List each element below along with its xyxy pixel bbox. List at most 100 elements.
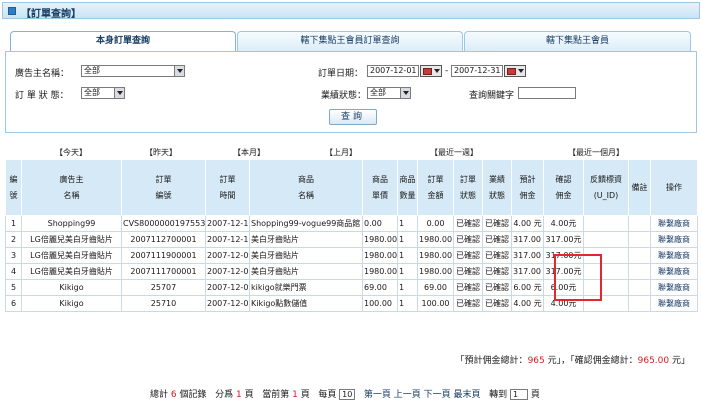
- performance-status-label: 業績狀態：: [321, 91, 367, 101]
- column-header: 商品 數量: [397, 159, 418, 216]
- column-header: 操作: [650, 159, 698, 216]
- pager-total-count: 6: [170, 390, 177, 400]
- contact-vendor-link[interactable]: 聯繫廠商: [650, 247, 698, 264]
- header-label: 訂單: [460, 174, 476, 184]
- tab-members[interactable]: 轄下集點王會員: [464, 31, 691, 51]
- header-label: 數量: [399, 190, 416, 200]
- column-header: 編號: [5, 159, 22, 216]
- cell-order-amount: 1980.00: [417, 263, 454, 280]
- performance-status-select-value: 全部: [370, 88, 386, 97]
- order-status-select-value: 全部: [84, 88, 100, 97]
- cell-order-number: 2007111700001: [121, 263, 206, 280]
- column-header: 訂單 編號: [121, 159, 206, 216]
- cell-advertiser: Kikigo: [21, 295, 122, 312]
- cell-performance-status: 已確認: [482, 279, 512, 296]
- cell-order-status: 已確認: [453, 279, 483, 296]
- cell-performance-status: 已確認: [482, 231, 512, 248]
- totals-mid: 元」，「確認佣金總計：: [544, 356, 638, 366]
- contact-vendor-link[interactable]: 聯繫廠商: [650, 279, 698, 296]
- cell-product-name: 美白牙齒貼片: [249, 231, 363, 248]
- cell-advertiser: LG倍麗兒美白牙齒貼片: [21, 263, 122, 280]
- cell-confirmed-commission: 4.00元: [543, 215, 584, 232]
- header-label: 狀態: [489, 190, 505, 200]
- search-panel: 廣告主名稱： 全部 訂 單 狀 態： 全部 訂單日期： 2007-12-01 -…: [5, 51, 697, 133]
- prev-page-link[interactable]: 上一頁: [394, 390, 421, 400]
- cell-performance-status: 已確認: [482, 295, 512, 312]
- date-to-input[interactable]: 2007-12-31: [451, 65, 503, 77]
- tab-own-orders[interactable]: 本身訂單查詢: [10, 31, 236, 51]
- cell-product-name: 美白牙齒貼片: [249, 263, 363, 280]
- cell-feedback-uid: [583, 215, 629, 232]
- cell-product-name: kikigo就樂門票: [249, 279, 363, 296]
- header-label: 廣告主: [59, 174, 84, 184]
- chevron-down-icon: [174, 66, 184, 76]
- header-label: 商品: [372, 174, 388, 184]
- quick-link-last-month-range[interactable]: 【最近一個月】: [568, 147, 624, 158]
- cell-estimated-commission: 4.00 元: [511, 215, 544, 232]
- column-header: 廣告主 名稱: [21, 159, 122, 216]
- cell-product-name: 美白牙齒貼片: [249, 247, 363, 264]
- contact-vendor-link[interactable]: 聯繫廠商: [650, 263, 698, 280]
- column-header: 商品 名稱: [249, 159, 363, 216]
- cell-confirmed-commission: 317.00元: [543, 231, 584, 248]
- quick-link-last-week[interactable]: 【最近一週】: [430, 147, 478, 158]
- highlight-box: [554, 254, 602, 301]
- keyword-input[interactable]: [518, 87, 576, 99]
- pager-current-prefix: 當前第: [262, 390, 290, 400]
- commission-totals: 「預計佣金總計：965 元」，「確認佣金總計：965.00 元」: [456, 353, 690, 366]
- cell-order-amount: 1980.00: [417, 231, 454, 248]
- first-page-link[interactable]: 第一頁: [364, 390, 391, 400]
- chevron-down-icon: [434, 69, 440, 73]
- contact-vendor-link[interactable]: 聯繫廠商: [650, 215, 698, 232]
- cell-note: [628, 263, 651, 280]
- cell-order-time: 2007-12-17: [205, 231, 250, 248]
- performance-status-select[interactable]: 全部: [367, 87, 411, 99]
- tab-member-orders[interactable]: 轄下集點王會員訂單查詢: [237, 31, 463, 51]
- order-date-label: 訂單日期：: [318, 69, 364, 79]
- header-label: 編號: [9, 174, 18, 200]
- cell-quantity: 1: [397, 215, 418, 232]
- quick-link-today[interactable]: 【今天】: [55, 147, 87, 158]
- header-label: 金額: [427, 190, 444, 200]
- header-label: 佣金: [519, 190, 536, 200]
- search-button[interactable]: 查詢: [329, 109, 377, 125]
- header-label: 確認: [555, 174, 572, 184]
- order-status-select[interactable]: 全部: [81, 87, 125, 99]
- cell-order-number: 2007112700001: [121, 231, 206, 248]
- header-label: 佣金: [555, 190, 572, 200]
- cell-order-status: 已確認: [453, 295, 483, 312]
- header-label: 反饋標資: [590, 174, 622, 184]
- contact-vendor-link[interactable]: 聯繫廠商: [650, 231, 698, 248]
- calendar-to-icon[interactable]: [504, 65, 526, 77]
- date-from-input[interactable]: 2007-12-01: [367, 65, 419, 77]
- cell-estimated-commission: 317.00 元: [511, 231, 544, 248]
- calendar-grid-icon: [423, 68, 432, 75]
- cell-performance-status: 已確認: [482, 247, 512, 264]
- quick-link-this-month[interactable]: 【本月】: [233, 147, 265, 158]
- advertiser-select[interactable]: 全部: [81, 65, 185, 77]
- chevron-down-icon: [114, 88, 124, 98]
- last-page-link[interactable]: 最末頁: [453, 390, 480, 400]
- cell-unit-price: 1980.00: [362, 247, 398, 264]
- header-label: 預計: [519, 174, 536, 184]
- quick-link-yesterday[interactable]: 【昨天】: [145, 147, 177, 158]
- totals-suffix: 元」: [669, 356, 690, 366]
- cell-order-amount: 1980.00: [417, 247, 454, 264]
- next-page-link[interactable]: 下一頁: [424, 390, 451, 400]
- goto-page-select[interactable]: 1: [509, 389, 528, 400]
- cell-performance-status: 已確認: [482, 215, 512, 232]
- header-label: 訂單: [155, 174, 172, 184]
- header-label: 編號: [155, 190, 172, 200]
- cell-product-name: Kikigo點數儲值: [249, 295, 363, 312]
- pager-total-suffix: 個記錄: [179, 390, 207, 400]
- cell-order-time: 2007-12-19: [205, 215, 250, 232]
- cell-order-number: CVS80000001975532: [121, 215, 206, 232]
- quick-link-last-month[interactable]: 【上月】: [325, 147, 357, 158]
- header-label: 時間: [219, 190, 236, 200]
- contact-vendor-link[interactable]: 聯繫廠商: [650, 295, 698, 312]
- cell-order-number: 2007111900001: [121, 247, 206, 264]
- cell-order-status: 已確認: [453, 247, 483, 264]
- per-page-input[interactable]: 10: [339, 389, 356, 400]
- calendar-from-icon[interactable]: [420, 65, 442, 77]
- cell-feedback-uid: [583, 231, 629, 248]
